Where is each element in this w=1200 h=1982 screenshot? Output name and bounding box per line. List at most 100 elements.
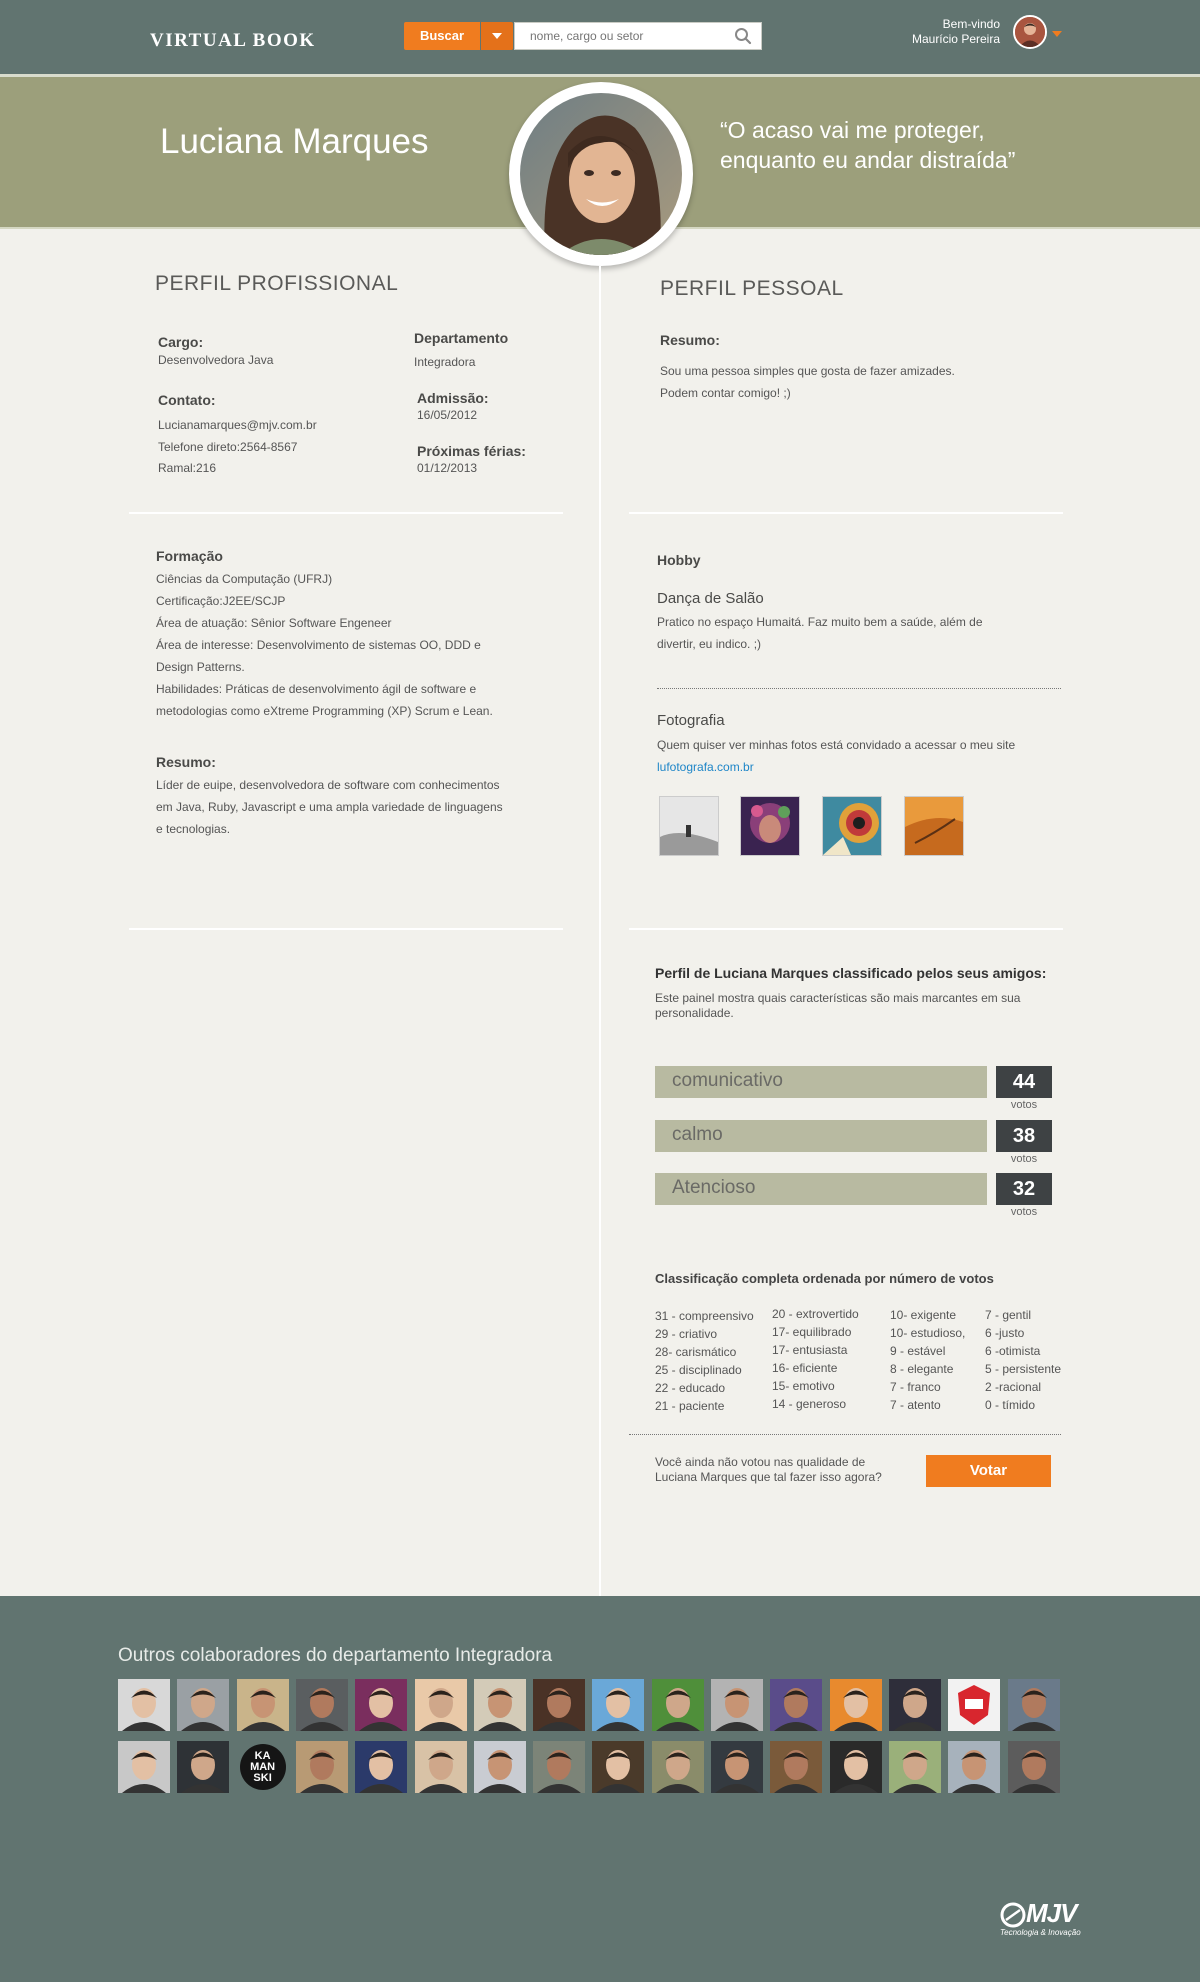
photo-thumbnail[interactable] bbox=[659, 796, 719, 856]
colleague-avatar[interactable] bbox=[770, 1679, 823, 1731]
ranking-item: 20 - extrovertido bbox=[772, 1307, 859, 1321]
formacao-line: Área de interesse: Desenvolvimento de si… bbox=[156, 638, 481, 652]
contato-telefone: Telefone direto:2564-8567 bbox=[158, 440, 298, 454]
colleague-avatar[interactable] bbox=[295, 1679, 348, 1731]
ranking-item: 9 - estável bbox=[890, 1344, 946, 1358]
colleague-avatar[interactable] bbox=[592, 1741, 645, 1793]
hobby-label: Hobby bbox=[657, 552, 701, 568]
photo-thumbnail[interactable] bbox=[822, 796, 882, 856]
app-logo[interactable]: VIRTUAL BOOK bbox=[150, 30, 316, 52]
colleague-avatar[interactable] bbox=[355, 1679, 408, 1731]
quote-line: enquanto eu andar distraída” bbox=[720, 147, 1016, 173]
user-avatar[interactable] bbox=[1013, 15, 1047, 49]
ranking-item: 22 - educado bbox=[655, 1381, 726, 1395]
colleague-avatar[interactable] bbox=[888, 1679, 941, 1731]
colleague-avatar[interactable] bbox=[948, 1679, 1001, 1731]
mjv-logo: MJV Tecnologia & Inovação bbox=[1000, 1898, 1100, 1947]
colleague-avatar[interactable] bbox=[651, 1741, 704, 1793]
section-divider bbox=[629, 512, 1063, 514]
photography-site-link[interactable]: lufotografa.com.br bbox=[657, 756, 754, 778]
colleagues-title: Outros colaboradores do departamento Int… bbox=[118, 1645, 553, 1666]
contato-email[interactable]: Lucianamarques@mjv.com.br bbox=[158, 414, 317, 436]
resumo-line: Podem contar comigo! ;) bbox=[660, 386, 791, 400]
search-input[interactable] bbox=[514, 22, 762, 50]
colleague-avatar[interactable] bbox=[829, 1679, 882, 1731]
welcome-block: Bem-vindo Maurício Pereira bbox=[840, 17, 1000, 47]
ranking-item: 6 -otimista bbox=[985, 1344, 1041, 1358]
ranking-item: 5 - persistente bbox=[985, 1362, 1062, 1376]
ranking-item: 8 - elegante bbox=[890, 1362, 954, 1376]
colleague-avatar[interactable] bbox=[770, 1741, 823, 1793]
formacao-line: Design Patterns. bbox=[156, 660, 245, 674]
ranking-item: 7 - gentil bbox=[985, 1308, 1032, 1322]
photo-thumbnail[interactable] bbox=[740, 796, 800, 856]
colleague-avatar[interactable] bbox=[948, 1741, 1001, 1793]
colleague-avatar[interactable] bbox=[592, 1679, 645, 1731]
votes-unit: votos bbox=[1010, 1099, 1038, 1111]
profile-name: Luciana Marques bbox=[160, 122, 429, 161]
colleague-avatar[interactable] bbox=[414, 1741, 467, 1793]
vote-prompt-line: Luciana Marques que tal fazer isso agora… bbox=[655, 1470, 882, 1484]
colleague-avatar[interactable] bbox=[118, 1741, 170, 1793]
colleague-photo bbox=[774, 1750, 819, 1793]
colleague-avatar[interactable] bbox=[711, 1741, 763, 1793]
colleague-photo bbox=[892, 1688, 937, 1731]
trait-bar: Atencioso bbox=[655, 1173, 987, 1205]
user-name[interactable]: Maurício Pereira bbox=[840, 32, 1000, 47]
colleague-avatar[interactable] bbox=[473, 1741, 526, 1793]
colleague-photo bbox=[892, 1750, 937, 1793]
colleague-avatar[interactable] bbox=[295, 1741, 348, 1793]
colleague-avatar[interactable] bbox=[533, 1741, 586, 1793]
ranking-item: 15- emotivo bbox=[772, 1379, 835, 1393]
thumbnail-image bbox=[741, 797, 799, 855]
thumbnail-image bbox=[660, 797, 718, 855]
colleague-avatar[interactable] bbox=[651, 1679, 704, 1731]
contato-ramal: Ramal:216 bbox=[158, 461, 217, 475]
search-filter-dropdown[interactable] bbox=[481, 22, 513, 50]
colleague-photo bbox=[299, 1750, 344, 1793]
colleague-photo bbox=[715, 1750, 759, 1793]
colleague-avatar[interactable] bbox=[1007, 1679, 1060, 1731]
chevron-down-icon bbox=[492, 33, 502, 39]
search-button[interactable]: Buscar bbox=[404, 22, 480, 50]
user-menu-caret-icon[interactable] bbox=[1052, 31, 1062, 37]
vote-button[interactable]: Votar bbox=[926, 1455, 1051, 1487]
colleague-photo bbox=[181, 1750, 226, 1793]
column-divider bbox=[599, 266, 601, 1596]
colleague-avatar[interactable] bbox=[533, 1679, 586, 1731]
departamento-label: Departamento bbox=[414, 330, 509, 346]
colleague-avatar[interactable] bbox=[177, 1741, 230, 1793]
ranking-item: 14 - generoso bbox=[772, 1397, 847, 1411]
personal-profile-title: PERFIL PESSOAL bbox=[660, 277, 844, 300]
colleague-avatar[interactable] bbox=[473, 1679, 526, 1731]
colleague-photo bbox=[537, 1688, 582, 1731]
dotted-divider bbox=[629, 1434, 1061, 1435]
colleague-avatar[interactable] bbox=[177, 1679, 230, 1731]
cargo-label: Cargo: bbox=[158, 334, 204, 350]
colleague-photo bbox=[537, 1750, 582, 1793]
colleague-avatar[interactable] bbox=[829, 1741, 882, 1793]
colleague-photo bbox=[833, 1750, 878, 1793]
colleague-photo bbox=[715, 1688, 759, 1731]
ranking-column: 10- exigente 10- estudioso, 9 - estável … bbox=[890, 1306, 965, 1414]
resumo-line: Sou uma pessoa simples que gosta de faze… bbox=[660, 364, 955, 378]
colleague-avatar[interactable] bbox=[355, 1741, 408, 1793]
kamanski-badge-text: KA MAN SKI bbox=[250, 1749, 276, 1784]
votes-unit: votos bbox=[1010, 1206, 1038, 1218]
colleague-avatar[interactable] bbox=[236, 1679, 289, 1731]
colleague-avatar[interactable] bbox=[888, 1741, 941, 1793]
ranking-item: 28- carismático bbox=[655, 1345, 737, 1359]
trait-bar: comunicativo bbox=[655, 1066, 987, 1098]
votes-unit: votos bbox=[1010, 1153, 1038, 1165]
colleague-avatar[interactable] bbox=[711, 1679, 763, 1731]
ranking-column: 7 - gentil 6 -justo 6 -otimista 5 - pers… bbox=[985, 1306, 1061, 1414]
search-icon[interactable] bbox=[734, 27, 752, 45]
colleague-photo bbox=[122, 1750, 166, 1793]
ranking-item: 0 - tímido bbox=[985, 1398, 1036, 1412]
colleague-avatar[interactable] bbox=[414, 1679, 467, 1731]
colleague-photo bbox=[655, 1750, 700, 1793]
colleague-avatar[interactable] bbox=[1007, 1741, 1060, 1793]
photo-thumbnail[interactable] bbox=[904, 796, 964, 856]
colleague-avatar[interactable] bbox=[118, 1679, 170, 1731]
colleague-avatar[interactable]: KA MAN SKI bbox=[237, 1741, 289, 1793]
